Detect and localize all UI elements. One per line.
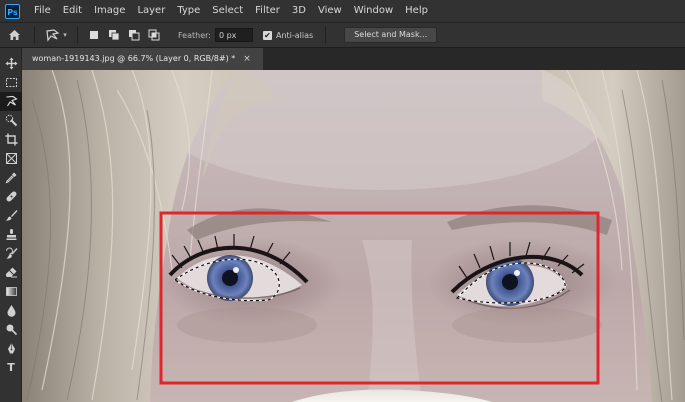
menu-image[interactable]: Image [88, 0, 131, 22]
lasso-tool[interactable] [0, 92, 22, 111]
document-canvas[interactable] [22, 70, 685, 402]
menu-view[interactable]: View [312, 0, 348, 22]
options-bar: ▾ Feather: 0 px ✔ Anti-alias Select and … [0, 22, 685, 48]
document-tab-title: woman-1919143.jpg @ 66.7% (Layer 0, RGB/… [32, 54, 236, 63]
healing-brush-tool[interactable] [0, 187, 22, 206]
eraser-icon [5, 267, 17, 278]
menu-file[interactable]: File [28, 0, 57, 22]
home-icon [8, 30, 20, 40]
photoshop-logo[interactable]: Ps [5, 3, 20, 19]
crop-icon [5, 133, 17, 146]
menu-select[interactable]: Select [206, 0, 249, 22]
gradient-icon [5, 287, 17, 296]
dodge-icon [6, 324, 17, 336]
photo-woman-eyes [22, 70, 685, 402]
menu-edit[interactable]: Edit [57, 0, 88, 22]
document-tab[interactable]: woman-1919143.jpg @ 66.7% (Layer 0, RGB/… [22, 48, 263, 70]
options-separator [34, 26, 35, 44]
menu-3d[interactable]: 3D [286, 0, 312, 22]
menu-filter[interactable]: Filter [249, 0, 286, 22]
subtract-from-selection-icon[interactable] [128, 29, 140, 41]
rectangular-marquee-tool[interactable] [0, 73, 22, 92]
feather-label: Feather: [178, 30, 211, 40]
new-selection-icon[interactable] [88, 29, 100, 41]
quick-selection-tool[interactable] [0, 111, 22, 130]
document-tab-bar: woman-1919143.jpg @ 66.7% (Layer 0, RGB/… [22, 48, 685, 70]
type-tool[interactable]: T [0, 358, 22, 377]
gradient-tool[interactable] [0, 282, 22, 301]
polygonal-lasso-icon [5, 95, 18, 107]
history-brush-tool[interactable] [0, 244, 22, 263]
blur-tool[interactable] [0, 301, 22, 320]
menu-layer[interactable]: Layer [131, 0, 171, 22]
brush-tool[interactable] [0, 206, 22, 225]
type-icon: T [7, 361, 15, 374]
close-icon[interactable]: × [243, 48, 251, 70]
tools-panel: T [0, 48, 22, 402]
eyedropper-tool[interactable] [0, 168, 22, 187]
bandage-icon [6, 191, 16, 202]
menu-window[interactable]: Window [348, 0, 399, 22]
droplet-icon [7, 305, 15, 317]
eraser-tool[interactable] [0, 263, 22, 282]
brush-icon [5, 210, 17, 221]
select-and-mask-button[interactable]: Select and Mask... [344, 27, 438, 43]
options-separator [325, 26, 327, 44]
move-tool[interactable] [0, 54, 22, 73]
clone-stamp-tool[interactable] [0, 225, 22, 244]
lasso-icon [46, 29, 60, 42]
options-separator [77, 26, 78, 44]
frame-icon [5, 153, 17, 164]
anti-alias-label: Anti-alias [275, 30, 314, 40]
crop-tool[interactable] [0, 130, 22, 149]
pen-icon [7, 343, 15, 354]
stamp-icon [6, 229, 16, 240]
eyedropper-icon [5, 172, 16, 184]
menu-type[interactable]: Type [171, 0, 206, 22]
feather-input[interactable]: 0 px [214, 28, 253, 42]
tool-preset-picker[interactable]: ▾ [41, 25, 71, 45]
home-button[interactable] [0, 25, 28, 45]
history-brush-icon [5, 247, 17, 259]
menu-help[interactable]: Help [399, 0, 434, 22]
dodge-tool[interactable] [0, 320, 22, 339]
intersect-selection-icon[interactable] [148, 29, 160, 41]
pen-tool[interactable] [0, 339, 22, 358]
chevron-down-icon: ▾ [63, 31, 67, 39]
move-icon [5, 57, 17, 70]
menu-bar: Ps File Edit Image Layer Type Select Fil… [0, 0, 685, 22]
add-to-selection-icon[interactable] [108, 29, 120, 41]
marquee-icon [5, 78, 17, 87]
frame-tool[interactable] [0, 149, 22, 168]
quick-selection-icon [5, 114, 17, 127]
anti-alias-checkbox[interactable]: ✔ [262, 30, 272, 40]
